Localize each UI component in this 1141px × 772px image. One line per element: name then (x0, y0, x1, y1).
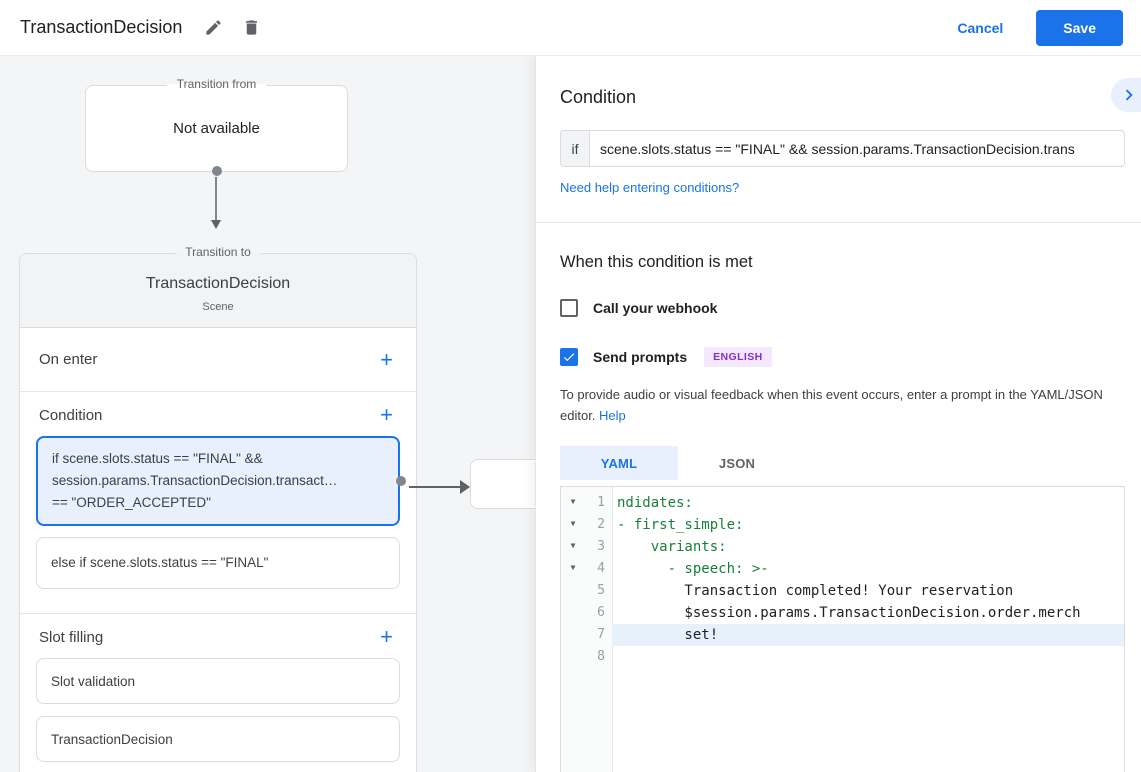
transition-to-label: Transition to (175, 245, 261, 259)
connector-dot (211, 166, 222, 176)
on-enter-section: On enter (20, 328, 416, 392)
line-number: 4 (597, 561, 605, 576)
plus-icon (380, 632, 393, 647)
help-link[interactable]: Help (599, 408, 626, 423)
code-text: $session.params.TransactionDecision.orde… (617, 605, 1081, 621)
add-condition-button[interactable] (380, 405, 393, 425)
save-button[interactable]: Save (1036, 9, 1123, 46)
transition-arrow-down (210, 177, 222, 230)
condition-expression-row: if (560, 130, 1125, 167)
main-content: Transition from Not available Transition… (0, 56, 1141, 772)
condition-card-selected[interactable]: if scene.slots.status == "FINAL" && sess… (36, 436, 406, 526)
tab-json[interactable]: JSON (678, 446, 796, 480)
condition-detail-panel: Condition if Need help entering conditio… (536, 56, 1141, 772)
prompts-checkbox-checked[interactable] (560, 348, 578, 366)
arrow-right-icon (460, 480, 470, 494)
slot-filling-section: Slot filling Slot validation Transaction… (20, 614, 416, 772)
collapse-panel-button[interactable] (1111, 78, 1141, 112)
plus-icon (380, 410, 393, 425)
code-text: set! (612, 624, 1124, 646)
yaml-editor[interactable]: 1 ndidates: 2 - first_simple: 3 variants… (560, 486, 1125, 772)
editor-tabs: YAML JSON (560, 446, 1125, 480)
code-text: ndidates: (617, 495, 693, 511)
cancel-button[interactable]: Cancel (957, 20, 1003, 36)
scene-subtitle: Scene (202, 301, 234, 313)
call-webhook-row[interactable]: Call your webhook (560, 299, 1125, 317)
line-number: 7 (597, 627, 605, 642)
transition-from-label: Transition from (166, 77, 267, 91)
prompts-label: Send prompts (593, 349, 688, 365)
condition-line: if scene.slots.status == "FINAL" && (52, 451, 263, 466)
top-bar: TransactionDecision Cancel Save (0, 0, 1141, 56)
editor-line[interactable]: 2 - first_simple: (561, 514, 1124, 536)
add-on-enter-button[interactable] (380, 350, 393, 370)
check-icon (563, 353, 575, 362)
code-text: variants: (617, 539, 727, 555)
tab-yaml[interactable]: YAML (560, 446, 678, 480)
edit-scene-button[interactable] (200, 15, 226, 41)
scene-graph-canvas: Transition from Not available Transition… (0, 56, 536, 772)
editor-line[interactable]: 3 variants: (561, 536, 1124, 558)
code-text: - speech: >- (617, 561, 769, 577)
condition-line: session.params.TransactionDecision.trans… (52, 473, 338, 488)
line-number: 8 (597, 649, 605, 664)
condition-section-label: Condition (39, 406, 103, 424)
transition-from-value: Not available (173, 120, 260, 137)
condition-line: else if scene.slots.status == "FINAL" (51, 555, 269, 570)
editor-line[interactable]: 8 (561, 646, 1124, 668)
prompt-description: To provide audio or visual feedback when… (560, 387, 1103, 423)
transition-to-box: Transition to TransactionDecision Scene … (19, 245, 417, 772)
scene-title: TransactionDecision (145, 275, 291, 292)
line-number: 1 (597, 495, 605, 510)
plus-icon (380, 355, 393, 370)
fold-arrow-icon[interactable] (571, 514, 576, 538)
fold-arrow-icon[interactable] (571, 492, 576, 516)
delete-scene-button[interactable] (238, 15, 264, 41)
scene-card-header: TransactionDecision Scene (20, 254, 416, 328)
chevron-right-icon (1125, 89, 1133, 101)
condition-section: Condition if scene.slots.status == "FINA… (20, 392, 416, 614)
condition-expression-input[interactable] (589, 130, 1125, 167)
fold-arrow-icon[interactable] (571, 536, 576, 560)
editor-line-active[interactable]: 7 set! (561, 624, 1124, 646)
transition-from-box: Transition from Not available (85, 77, 348, 176)
editor-line[interactable]: 6 $session.params.TransactionDecision.or… (561, 602, 1124, 624)
when-condition-heading: When this condition is met (560, 253, 753, 271)
editor-line[interactable]: 5 Transaction completed! Your reservatio… (561, 580, 1124, 602)
line-number: 2 (597, 517, 605, 532)
language-badge: ENGLISH (704, 347, 772, 367)
condition-transition-arrow (409, 480, 470, 494)
slot-filling-label: Slot filling (39, 628, 104, 646)
webhook-label: Call your webhook (593, 300, 718, 316)
condition-card-else[interactable]: else if scene.slots.status == "FINAL" (36, 537, 400, 589)
code-text: - first_simple: (617, 517, 744, 533)
arrow-down-icon (211, 220, 221, 229)
add-slot-button[interactable] (380, 627, 393, 647)
slot-card-validation[interactable]: Slot validation (36, 658, 400, 704)
webhook-checkbox-unchecked[interactable] (560, 299, 578, 317)
editor-line[interactable]: 1 ndidates: (561, 492, 1124, 514)
line-number: 3 (597, 539, 605, 554)
line-number: 5 (597, 583, 605, 598)
page-title: TransactionDecision (20, 17, 183, 37)
code-text: Transaction completed! Your reservation (617, 583, 1014, 599)
trash-icon (245, 20, 257, 35)
fold-arrow-icon[interactable] (571, 558, 576, 582)
condition-help-link[interactable]: Need help entering conditions? (560, 180, 739, 195)
transition-target-box (470, 459, 536, 509)
send-prompts-row[interactable]: Send prompts ENGLISH (560, 347, 1125, 367)
panel-condition-heading: Condition (560, 87, 637, 107)
pencil-icon (206, 20, 221, 35)
slot-card-transaction-decision[interactable]: TransactionDecision (36, 716, 400, 762)
if-prefix-label: if (560, 130, 589, 167)
condition-line: == "ORDER_ACCEPTED" (52, 495, 211, 510)
connector-dot (396, 476, 406, 486)
on-enter-label: On enter (39, 351, 98, 368)
line-number: 6 (597, 605, 605, 620)
editor-line[interactable]: 4 - speech: >- (561, 558, 1124, 580)
